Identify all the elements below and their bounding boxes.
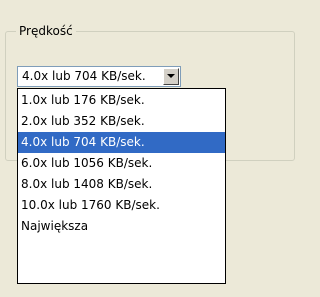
dropdown-button[interactable] xyxy=(163,68,179,85)
dropdown-option-6x[interactable]: 6.0x lub 1056 KB/sek. xyxy=(18,153,225,174)
speed-combobox[interactable]: 4.0x lub 704 KB/sek. xyxy=(17,66,181,87)
dropdown-option-max[interactable]: Największa xyxy=(18,216,225,237)
dropdown-option-1x[interactable]: 1.0x lub 176 KB/sek. xyxy=(18,90,225,111)
speed-group-title: Prędkość xyxy=(16,23,76,39)
dropdown-option-8x[interactable]: 8.0x lub 1408 KB/sek. xyxy=(18,174,225,195)
dropdown-option-10x[interactable]: 10.0x lub 1760 KB/sek. xyxy=(18,195,225,216)
speed-dropdown-list[interactable]: 1.0x lub 176 KB/sek. 2.0x lub 352 KB/sek… xyxy=(17,88,226,284)
dropdown-option-4x[interactable]: 4.0x lub 704 KB/sek. xyxy=(18,132,225,153)
chevron-down-icon xyxy=(167,74,175,78)
speed-combobox-value: 4.0x lub 704 KB/sek. xyxy=(22,69,146,83)
dropdown-option-2x[interactable]: 2.0x lub 352 KB/sek. xyxy=(18,111,225,132)
